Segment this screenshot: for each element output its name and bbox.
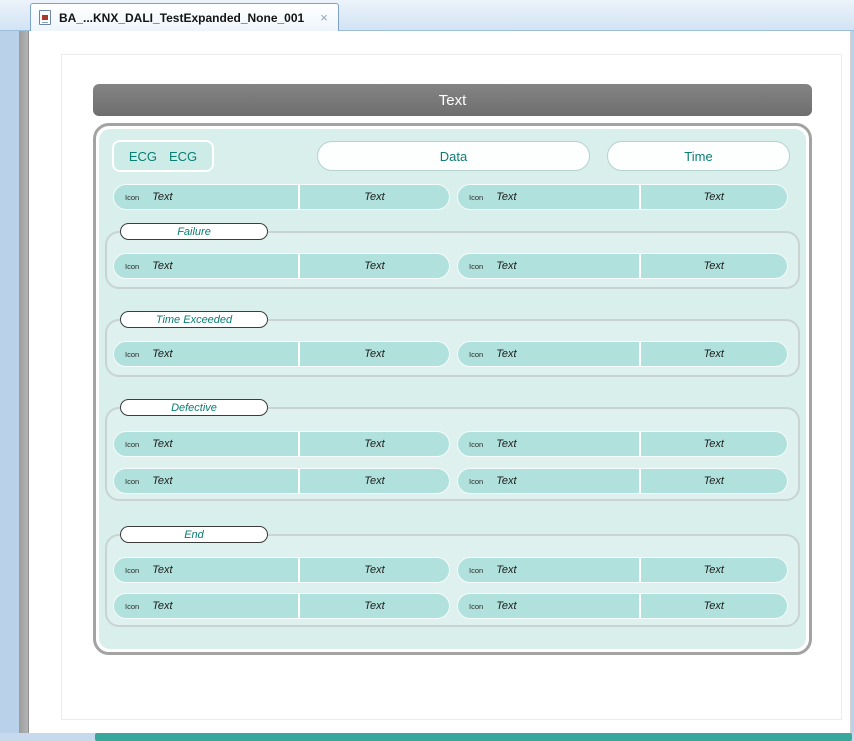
pill-value: Text bbox=[641, 342, 787, 366]
tab-close-icon[interactable]: × bbox=[320, 10, 328, 25]
icon-placeholder: Icon bbox=[469, 602, 483, 611]
icon-placeholder: Icon bbox=[125, 440, 139, 449]
pill-text: Text bbox=[496, 600, 516, 612]
status-row-pill[interactable]: Icon Text Text bbox=[113, 253, 450, 279]
pill-value: Text bbox=[641, 432, 787, 456]
pill-left-segment: Icon Text bbox=[458, 594, 641, 618]
pill-text: Text bbox=[152, 438, 172, 450]
ecg-label-2: ECG bbox=[169, 149, 197, 164]
pill-text: Text bbox=[152, 348, 172, 360]
header-bar[interactable]: Text bbox=[93, 84, 812, 116]
icon-placeholder: Icon bbox=[125, 477, 139, 486]
status-row-pill[interactable]: Icon Text Text bbox=[113, 593, 450, 619]
icon-placeholder: Icon bbox=[469, 262, 483, 271]
status-row-pill[interactable]: Icon Text Text bbox=[457, 593, 788, 619]
status-row-pill[interactable]: Icon Text Text bbox=[457, 431, 788, 457]
section-label-end[interactable]: End bbox=[120, 526, 268, 543]
pill-value: Text bbox=[641, 558, 787, 582]
ecg-box[interactable]: ECG ECG bbox=[112, 140, 214, 172]
icon-placeholder: Icon bbox=[469, 566, 483, 575]
pill-left-segment: Icon Text bbox=[458, 185, 641, 209]
pill-text: Text bbox=[496, 191, 516, 203]
ecg-label-1: ECG bbox=[129, 149, 157, 164]
main-container[interactable]: ECG ECG Data Time Icon Text Text Icon bbox=[93, 123, 812, 655]
pill-text: Text bbox=[496, 348, 516, 360]
pill-left-segment: Icon Text bbox=[114, 254, 300, 278]
section-label-defective[interactable]: Defective bbox=[120, 399, 268, 416]
pill-text: Text bbox=[496, 475, 516, 487]
status-row-pill[interactable]: Icon Text Text bbox=[457, 557, 788, 583]
pill-text: Text bbox=[496, 438, 516, 450]
pill-value: Text bbox=[300, 469, 449, 493]
status-row-pill[interactable]: Icon Text Text bbox=[113, 557, 450, 583]
document-tab[interactable]: BA_...KNX_DALI_TestExpanded_None_001 × bbox=[30, 3, 339, 31]
section-label-time-exceeded[interactable]: Time Exceeded bbox=[120, 311, 268, 328]
main-container-surface: ECG ECG Data Time Icon Text Text Icon bbox=[99, 129, 806, 649]
icon-placeholder: Icon bbox=[125, 350, 139, 359]
pill-left-segment: Icon Text bbox=[114, 469, 300, 493]
header-bar-label: Text bbox=[439, 92, 467, 109]
pill-value: Text bbox=[641, 594, 787, 618]
data-box-label: Data bbox=[440, 149, 467, 164]
icon-placeholder: Icon bbox=[125, 262, 139, 271]
icon-placeholder: Icon bbox=[469, 193, 483, 202]
icon-placeholder: Icon bbox=[125, 193, 139, 202]
status-row-pill[interactable]: Icon Text Text bbox=[113, 468, 450, 494]
pill-value: Text bbox=[300, 558, 449, 582]
app-window: BA_...KNX_DALI_TestExpanded_None_001 × T… bbox=[0, 0, 854, 741]
status-row-pill[interactable]: Icon Text Text bbox=[457, 253, 788, 279]
left-gutter bbox=[19, 31, 29, 733]
pill-left-segment: Icon Text bbox=[458, 432, 641, 456]
pill-value: Text bbox=[300, 594, 449, 618]
pill-left-segment: Icon Text bbox=[114, 185, 300, 209]
pill-text: Text bbox=[496, 260, 516, 272]
pill-left-segment: Icon Text bbox=[114, 594, 300, 618]
tab-title: BA_...KNX_DALI_TestExpanded_None_001 bbox=[59, 11, 304, 25]
pill-left-segment: Icon Text bbox=[458, 254, 641, 278]
pill-left-segment: Icon Text bbox=[114, 432, 300, 456]
pill-value: Text bbox=[300, 432, 449, 456]
data-box[interactable]: Data bbox=[317, 141, 590, 171]
pill-value: Text bbox=[641, 185, 787, 209]
status-row-pill[interactable]: Icon Text Text bbox=[457, 468, 788, 494]
pill-text: Text bbox=[152, 191, 172, 203]
pill-left-segment: Icon Text bbox=[114, 558, 300, 582]
pill-left-segment: Icon Text bbox=[458, 558, 641, 582]
pill-text: Text bbox=[496, 564, 516, 576]
pill-text: Text bbox=[152, 564, 172, 576]
status-row-pill[interactable]: Icon Text Text bbox=[113, 184, 450, 210]
status-row-pill[interactable]: Icon Text Text bbox=[457, 341, 788, 367]
time-box[interactable]: Time bbox=[607, 141, 790, 171]
icon-placeholder: Icon bbox=[469, 477, 483, 486]
pill-left-segment: Icon Text bbox=[458, 469, 641, 493]
pill-left-segment: Icon Text bbox=[458, 342, 641, 366]
scrollbar-thumb[interactable] bbox=[95, 733, 852, 741]
status-row-pill[interactable]: Icon Text Text bbox=[113, 431, 450, 457]
icon-placeholder: Icon bbox=[469, 350, 483, 359]
status-row-pill[interactable]: Icon Text Text bbox=[457, 184, 788, 210]
pill-value: Text bbox=[300, 185, 449, 209]
pill-value: Text bbox=[300, 342, 449, 366]
document-icon bbox=[39, 10, 51, 25]
pill-text: Text bbox=[152, 600, 172, 612]
pill-text: Text bbox=[152, 475, 172, 487]
pill-text: Text bbox=[152, 260, 172, 272]
pill-value: Text bbox=[641, 254, 787, 278]
status-row-pill[interactable]: Icon Text Text bbox=[113, 341, 450, 367]
pill-value: Text bbox=[300, 254, 449, 278]
horizontal-scrollbar[interactable] bbox=[0, 733, 854, 741]
section-label-failure[interactable]: Failure bbox=[120, 223, 268, 240]
icon-placeholder: Icon bbox=[125, 602, 139, 611]
icon-placeholder: Icon bbox=[469, 440, 483, 449]
pill-value: Text bbox=[641, 469, 787, 493]
pill-left-segment: Icon Text bbox=[114, 342, 300, 366]
tab-bar: BA_...KNX_DALI_TestExpanded_None_001 × bbox=[0, 0, 854, 31]
icon-placeholder: Icon bbox=[125, 566, 139, 575]
time-box-label: Time bbox=[684, 149, 712, 164]
